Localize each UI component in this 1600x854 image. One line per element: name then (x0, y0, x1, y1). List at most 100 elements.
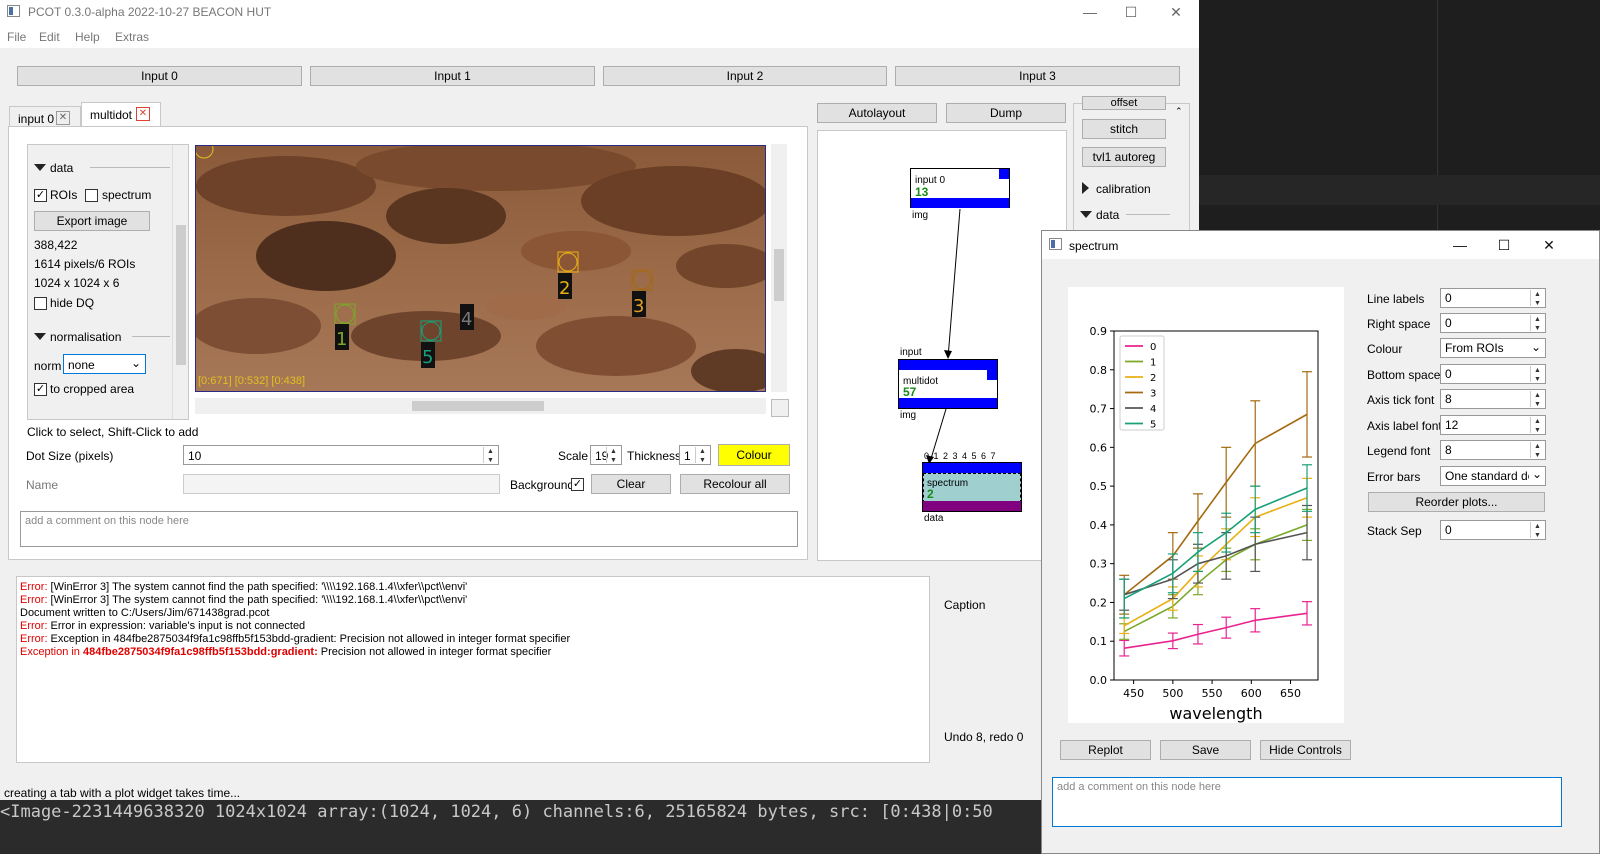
axis-label-font-value: 12 (1445, 418, 1459, 432)
autolayout-button[interactable]: Autolayout (817, 103, 937, 123)
graph-view[interactable]: input 0 13 img input multidot 57 img 0 1… (817, 130, 1067, 561)
multidot-tab-panel: data ✓ ROIs spectrum Export image 388,42… (8, 126, 808, 560)
spin-arrows-icon[interactable]: ▲ ▼ (606, 447, 620, 464)
calibration-group[interactable]: calibration (1096, 182, 1151, 196)
y-tick-label: 0.1 (1090, 635, 1108, 648)
menu-help[interactable]: Help (75, 30, 100, 44)
log-text: [WinError 3] The system cannot find the … (47, 594, 468, 606)
scroll-corner (771, 399, 789, 417)
scrollbar-thumb[interactable] (176, 225, 186, 365)
spectrum-checkbox[interactable] (85, 189, 98, 202)
maximize-icon[interactable]: ☐ (1495, 236, 1513, 254)
node-input-0[interactable]: input 0 13 (910, 168, 1010, 208)
canvas-vscroll[interactable] (771, 144, 787, 392)
thickness-spinbox[interactable]: 1 ▲ ▼ (679, 445, 711, 465)
tab-label: input 0 (18, 112, 55, 126)
collapse-icon[interactable] (34, 164, 46, 171)
chevron-up-icon[interactable]: ⌃ (1175, 106, 1183, 117)
minimize-icon[interactable]: — (1081, 3, 1099, 21)
spin-arrows-icon[interactable]: ▲ ▼ (1530, 366, 1544, 383)
save-button[interactable]: Save (1160, 740, 1251, 760)
norm-select[interactable]: none ⌄ (63, 354, 146, 374)
close-icon[interactable]: ✕ (1167, 3, 1185, 21)
line-labels-spinbox[interactable]: 0 ▲ ▼ (1440, 288, 1546, 308)
dot-size-spinbox[interactable]: 10 ▲ ▼ (183, 445, 499, 465)
controls-scrollbar[interactable] (172, 145, 188, 419)
roi-label-2: 2 (559, 278, 570, 299)
axis-tick-font-spinbox[interactable]: 8 ▲ ▼ (1440, 389, 1546, 409)
colour-button[interactable]: Colour (718, 444, 790, 466)
close-icon[interactable]: ✕ (56, 111, 70, 125)
palette-scrollbar[interactable]: ⌃ (1173, 104, 1189, 232)
maximize-icon[interactable]: ☐ (1122, 3, 1140, 21)
close-icon[interactable]: ✕ (1540, 236, 1558, 254)
export-image-button[interactable]: Export image (34, 211, 150, 231)
spin-arrows-icon[interactable]: ▲ ▼ (1530, 290, 1544, 307)
spectrum-comment-input[interactable]: add a comment on this node here (1052, 777, 1562, 827)
scrollbar-thumb[interactable] (412, 401, 544, 411)
close-icon[interactable]: ✕ (136, 107, 150, 121)
minimize-icon[interactable]: — (1451, 236, 1469, 254)
spin-arrows-icon[interactable]: ▲ ▼ (1530, 522, 1544, 539)
replot-button[interactable]: Replot (1060, 740, 1151, 760)
menu-bar: File Edit Help Extras (0, 24, 1222, 48)
y-tick-label: 0.6 (1090, 441, 1108, 454)
scale-label: Scale (558, 449, 589, 463)
menu-extras[interactable]: Extras (115, 30, 149, 44)
menu-edit[interactable]: Edit (39, 30, 60, 44)
tab-input-0[interactable]: input 0 ✕ (9, 106, 81, 128)
hide-dq-checkbox[interactable] (34, 297, 47, 310)
name-input[interactable] (183, 474, 500, 494)
stack-sep-spinbox[interactable]: 0 ▲ ▼ (1440, 520, 1546, 540)
rois-checkbox[interactable]: ✓ (34, 189, 47, 202)
collapse-icon[interactable] (1080, 211, 1092, 218)
spin-arrows-icon[interactable]: ▲ ▼ (483, 447, 497, 464)
input-1-button[interactable]: Input 1 (310, 66, 595, 86)
spin-arrows-icon[interactable]: ▲ ▼ (1530, 442, 1544, 459)
menu-file[interactable]: File (7, 30, 26, 44)
data-group[interactable]: data (1096, 208, 1119, 222)
comment-input[interactable]: add a comment on this node here (20, 511, 798, 547)
output-port[interactable] (987, 370, 997, 380)
scrollbar-thumb[interactable] (774, 249, 784, 301)
spin-arrows-icon[interactable]: ▲ ▼ (1530, 417, 1544, 434)
scale-spinbox[interactable]: 19 ▲ ▼ (590, 445, 622, 465)
spin-arrows-icon[interactable]: ▲ ▼ (1530, 391, 1544, 408)
offset-button[interactable]: offset (1082, 96, 1166, 110)
input-3-button[interactable]: Input 3 (895, 66, 1180, 86)
legend-font-spinbox[interactable]: 8 ▲ ▼ (1440, 440, 1546, 460)
node-count: 13 (915, 185, 929, 199)
reorder-plots-button[interactable]: Reorder plots... (1368, 492, 1545, 512)
node-spectrum[interactable]: spectrum 2 (922, 462, 1022, 512)
right-space-spinbox[interactable]: 0 ▲ ▼ (1440, 313, 1546, 333)
tab-multidot[interactable]: multidot ✕ (81, 102, 161, 128)
error-bars-select[interactable]: One standard dev ⌄ (1440, 466, 1546, 486)
expand-icon[interactable] (1082, 182, 1089, 194)
y-tick-label: 0.7 (1090, 403, 1108, 416)
canvas-hscroll[interactable] (195, 398, 766, 414)
input-ports[interactable] (923, 463, 1021, 473)
input-2-button[interactable]: Input 2 (603, 66, 887, 86)
cropped-area-checkbox[interactable]: ✓ (34, 383, 47, 396)
error-bars-value: One standard dev (1445, 469, 1541, 483)
spin-arrows-icon[interactable]: ▲ ▼ (695, 447, 709, 464)
recolour-all-button[interactable]: Recolour all (680, 474, 790, 494)
stitch-button[interactable]: stitch (1082, 119, 1166, 139)
clear-button[interactable]: Clear (591, 474, 671, 494)
dump-button[interactable]: Dump (946, 103, 1066, 123)
roi-label-4: 4 (461, 309, 472, 330)
background-checkbox[interactable]: ✓ (571, 478, 584, 491)
log-text: Precision not allowed in integer format … (317, 646, 552, 658)
image-canvas[interactable]: 1 2 3 4 5 [0:671] [0:532] [0:438] (195, 145, 766, 392)
spin-arrows-icon[interactable]: ▲ ▼ (1530, 315, 1544, 332)
bottom-space-spinbox[interactable]: 0 ▲ ▼ (1440, 364, 1546, 384)
log-prefix: Error: (20, 620, 48, 632)
node-multidot[interactable]: multidot 57 (898, 359, 998, 409)
axis-label-font-spinbox[interactable]: 12 ▲ ▼ (1440, 415, 1546, 435)
collapse-icon[interactable] (34, 333, 46, 340)
output-port[interactable] (999, 169, 1009, 179)
hide-controls-button[interactable]: Hide Controls (1260, 740, 1351, 760)
input-0-button[interactable]: Input 0 (17, 66, 302, 86)
colour-select[interactable]: From ROIs ⌄ (1440, 338, 1546, 358)
tvl1-autoreg-button[interactable]: tvl1 autoreg (1082, 147, 1166, 167)
